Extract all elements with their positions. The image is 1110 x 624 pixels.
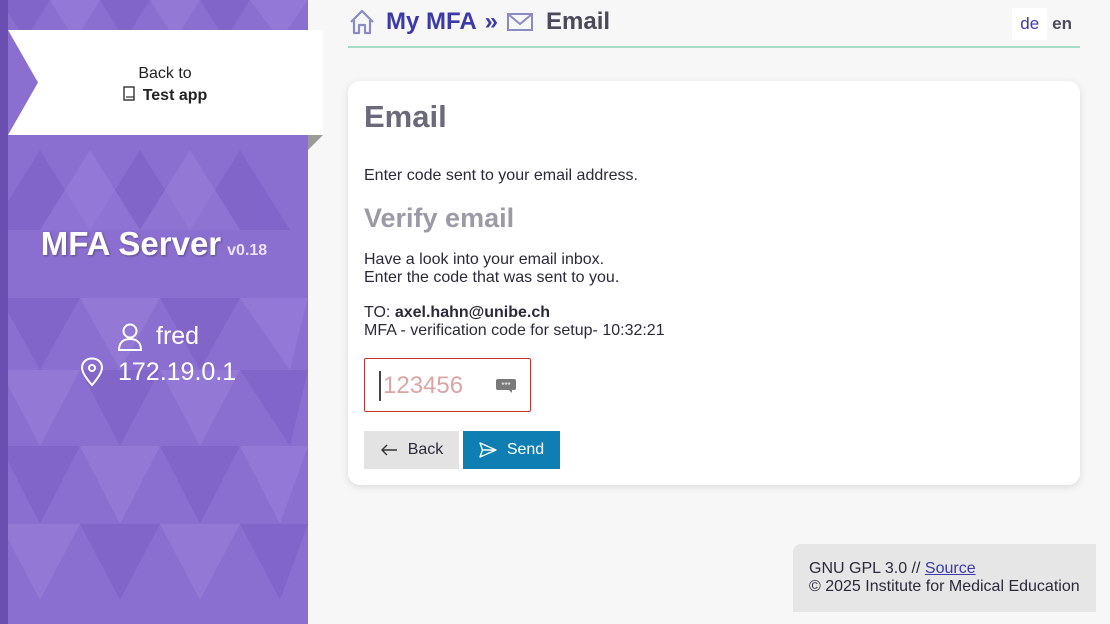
back-to-app-link[interactable]: Back to Test app — [8, 30, 323, 150]
send-icon — [479, 442, 497, 458]
mail-info: TO: axel.hahn@unibe.ch MFA - verificatio… — [364, 304, 665, 340]
header: My MFA » Email de en — [348, 0, 1080, 48]
app-title: MFA Server v0.18 — [0, 225, 308, 263]
arrow-left-icon — [380, 444, 397, 456]
password-key-icon[interactable]: *** — [495, 378, 517, 394]
lang-en[interactable]: en — [1047, 8, 1080, 40]
mail-subject: MFA - verification code for setup- 10:32… — [364, 322, 665, 339]
to-prefix: TO: — [364, 304, 391, 321]
ip-info: 172.19.0.1 — [80, 357, 236, 387]
sidebar-edge — [0, 0, 8, 624]
send-button[interactable]: Send — [463, 431, 560, 469]
code-input[interactable] — [379, 371, 489, 401]
home-icon[interactable] — [348, 8, 376, 36]
lang-de[interactable]: de — [1012, 8, 1048, 40]
language-switch: de en — [1012, 8, 1080, 40]
card-hint: Have a look into your email inbox. Enter… — [364, 251, 619, 287]
breadcrumb-home[interactable]: My MFA — [386, 8, 477, 36]
back-button[interactable]: Back — [364, 431, 459, 469]
send-button-label: Send — [506, 441, 545, 458]
to-address: axel.hahn@unibe.ch — [394, 304, 551, 321]
location-pin-icon — [80, 357, 104, 387]
footer-copyright: © 2025 Institute for Medical Education — [809, 578, 1080, 595]
footer: GNU GPL 3.0 // Source © 2025 Institute f… — [793, 544, 1096, 612]
user-icon — [118, 323, 142, 351]
ip-address: 172.19.0.1 — [118, 357, 237, 386]
back-app-name: Test app — [142, 87, 208, 104]
breadcrumb-separator: » — [484, 8, 499, 35]
envelope-icon — [507, 13, 534, 31]
hint-line-1: Have a look into your email inbox. — [364, 251, 605, 268]
footer-license: GNU GPL 3.0 // — [809, 560, 921, 577]
code-field-wrapper: *** — [364, 358, 531, 412]
hint-line-2: Enter the code that was sent to you. — [364, 269, 620, 286]
card-title: Email — [364, 99, 447, 134]
app-name: MFA Server — [40, 225, 222, 262]
user-info: fred — [118, 322, 199, 351]
book-icon — [122, 86, 135, 101]
email-card: Email Enter code sent to your email addr… — [348, 81, 1080, 485]
breadcrumb-current: Email — [546, 8, 611, 35]
app-version: v0.18 — [227, 242, 268, 259]
username: fred — [156, 322, 200, 350]
back-button-label: Back — [407, 441, 444, 458]
card-intro: Enter code sent to your email address. — [364, 167, 638, 184]
card-subtitle: Verify email — [364, 203, 515, 233]
svg-text:***: *** — [501, 381, 510, 390]
breadcrumb: My MFA » Email — [348, 8, 610, 36]
source-link[interactable]: Source — [925, 560, 976, 577]
back-to-label: Back to — [138, 65, 192, 82]
